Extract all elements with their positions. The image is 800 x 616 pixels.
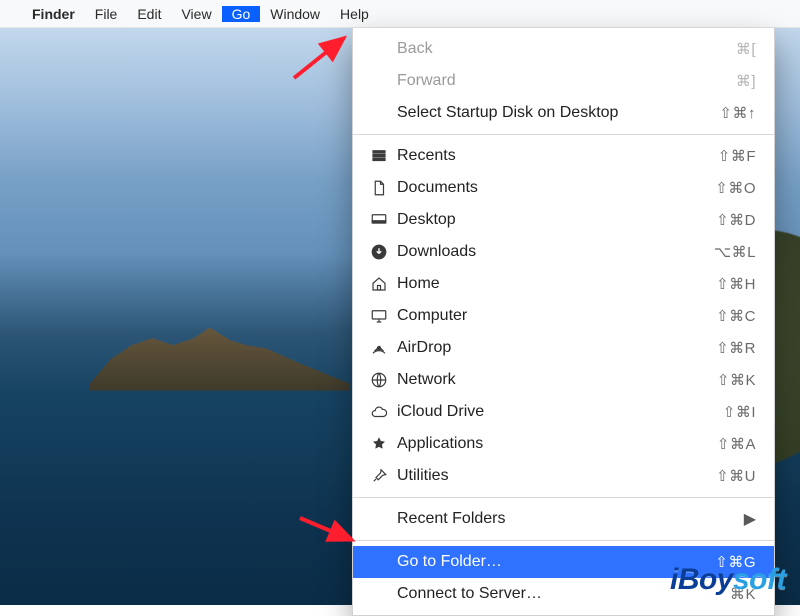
menu-item-shortcut: ⌘] [736, 72, 756, 90]
menu-item-computer[interactable]: Computer⇧⌘C [353, 300, 774, 332]
menu-item-shortcut: ⇧⌘D [716, 211, 756, 229]
airdrop-icon [367, 339, 391, 357]
applications-icon [367, 435, 391, 453]
menubar-item-window[interactable]: Window [260, 6, 330, 22]
menubar-item-file[interactable]: File [85, 6, 128, 22]
menu-item-shortcut: ⇧⌘F [718, 147, 756, 165]
computer-icon [367, 307, 391, 325]
menubar-app-name[interactable]: Finder [22, 0, 85, 28]
watermark-logo: iBoysoft [670, 563, 786, 597]
menu-item-label: Desktop [391, 211, 716, 229]
menu-item-icloud-drive[interactable]: iCloud Drive⇧⌘I [353, 396, 774, 428]
menu-item-shortcut: ⌘[ [736, 40, 756, 58]
menu-item-label: Go to Folder… [391, 553, 715, 571]
icloud-icon [367, 403, 391, 421]
utilities-icon [367, 467, 391, 485]
menu-item-home[interactable]: Home⇧⌘H [353, 268, 774, 300]
menu-item-label: Forward [391, 72, 736, 90]
menu-item-recents[interactable]: Recents⇧⌘F [353, 140, 774, 172]
menu-item-forward: Forward⌘] [353, 65, 774, 97]
documents-icon [367, 179, 391, 197]
menu-item-downloads[interactable]: Downloads⌥⌘L [353, 236, 774, 268]
menu-item-label: Downloads [391, 243, 714, 261]
menu-item-airdrop[interactable]: AirDrop⇧⌘R [353, 332, 774, 364]
annotation-arrow-top [290, 34, 360, 89]
menu-item-select-startup-disk-on-desktop[interactable]: Select Startup Disk on Desktop⇧⌘↑ [353, 97, 774, 129]
menu-item-shortcut: ⇧⌘K [717, 371, 756, 389]
menu-item-label: Utilities [391, 467, 716, 485]
menubar-item-view[interactable]: View [171, 6, 221, 22]
menu-item-desktop[interactable]: Desktop⇧⌘D [353, 204, 774, 236]
desktop-island-decor [90, 321, 350, 391]
menubar: Finder FileEditViewGoWindowHelp [0, 0, 800, 28]
network-icon [367, 371, 391, 389]
annotation-arrow-bottom [296, 512, 366, 557]
desktop-icon [367, 211, 391, 229]
menu-item-documents[interactable]: Documents⇧⌘O [353, 172, 774, 204]
menu-item-shortcut: ⇧⌘I [723, 403, 756, 421]
menu-item-shortcut: ⇧⌘↑ [719, 104, 756, 122]
menu-item-label: AirDrop [391, 339, 716, 357]
menu-separator [353, 134, 774, 135]
menu-item-applications[interactable]: Applications⇧⌘A [353, 428, 774, 460]
menu-item-label: Recent Folders [391, 510, 744, 528]
menu-item-label: Computer [391, 307, 716, 325]
menu-item-label: Recents [391, 147, 718, 165]
menu-item-label: Home [391, 275, 716, 293]
menu-item-shortcut: ⇧⌘A [717, 435, 756, 453]
go-menu-dropdown: Back⌘[Forward⌘]Select Startup Disk on De… [352, 28, 775, 616]
menu-item-utilities[interactable]: Utilities⇧⌘U [353, 460, 774, 492]
menu-item-label: Back [391, 40, 736, 58]
menu-item-back: Back⌘[ [353, 33, 774, 65]
menu-item-shortcut: ⇧⌘R [716, 339, 756, 357]
home-icon [367, 275, 391, 293]
menubar-item-help[interactable]: Help [330, 6, 379, 22]
downloads-icon [367, 243, 391, 261]
menu-item-shortcut: ⇧⌘O [715, 179, 756, 197]
menu-item-shortcut: ⇧⌘C [716, 307, 756, 325]
menu-item-recent-folders[interactable]: Recent Folders▶ [353, 503, 774, 535]
menubar-item-edit[interactable]: Edit [127, 6, 171, 22]
menu-item-label: Documents [391, 179, 715, 197]
menu-item-label: Applications [391, 435, 717, 453]
menu-separator [353, 540, 774, 541]
menubar-item-go[interactable]: Go [222, 6, 261, 22]
menu-item-shortcut: ⇧⌘H [716, 275, 756, 293]
menu-item-label: Select Startup Disk on Desktop [391, 104, 719, 122]
recents-icon [367, 147, 391, 165]
menu-item-network[interactable]: Network⇧⌘K [353, 364, 774, 396]
menu-item-label: iCloud Drive [391, 403, 723, 421]
menu-item-label: Network [391, 371, 717, 389]
menu-item-shortcut: ⇧⌘U [716, 467, 756, 485]
menu-item-shortcut: ⌥⌘L [714, 243, 756, 261]
submenu-arrow-icon: ▶ [744, 509, 756, 529]
menu-separator [353, 497, 774, 498]
